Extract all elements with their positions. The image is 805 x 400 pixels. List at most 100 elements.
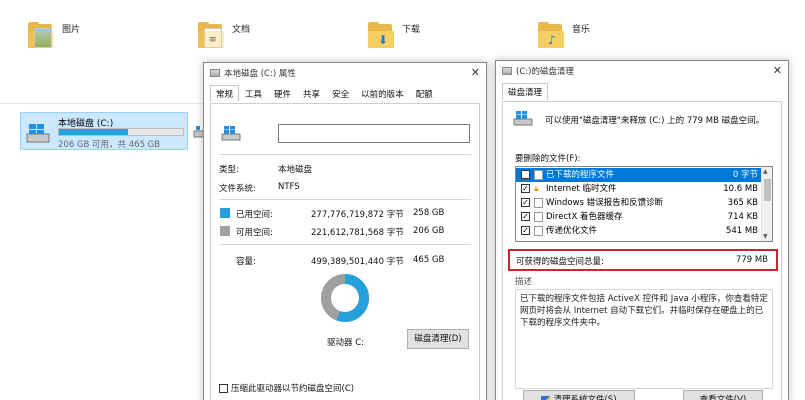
description-label: 描述	[515, 277, 533, 287]
tab-tools[interactable]: 工具	[239, 85, 268, 102]
tab-hardware[interactable]: 硬件	[268, 85, 297, 102]
free-space-bytes: 221,612,781,568 字节	[311, 228, 404, 238]
file-name: 已下载的程序文件	[546, 170, 615, 180]
tab-sharing[interactable]: 共享	[297, 85, 326, 102]
cleanup-titlebar: (C:)的磁盘清理	[496, 61, 788, 81]
view-files-button[interactable]: 查看文件(V)	[683, 390, 763, 400]
file-icon	[534, 212, 543, 222]
total-space-label: 可获得的磁盘空间总量:	[516, 257, 604, 267]
tab-quota[interactable]: 配额	[410, 85, 439, 102]
tab-security[interactable]: 安全	[326, 85, 355, 102]
document-icon: ≡	[198, 22, 228, 50]
file-icon	[534, 226, 543, 236]
list-item[interactable]: ✓ 🔒︎ Internet 临时文件 10.6 MB	[516, 182, 762, 196]
scroll-down-icon[interactable]: ▼	[763, 233, 768, 240]
disk-cleanup-icon	[513, 111, 533, 126]
section-divider	[0, 103, 205, 104]
scroll-thumb[interactable]	[764, 179, 771, 201]
files-to-delete-list[interactable]: ✓ 已下载的程序文件 0 字节 ✓ 🔒︎ Internet 临时文件 10.6 …	[515, 166, 773, 242]
type-label: 类型:	[219, 165, 239, 175]
music-icon: ♪	[538, 22, 568, 50]
file-name: DirectX 着色器缓存	[546, 212, 623, 222]
used-space-bytes: 277,776,719,872 字节	[311, 210, 404, 220]
folder-downloads[interactable]: ⬇ 下载	[368, 22, 420, 50]
cleanup-intro: 可以使用"磁盘清理"来释放 (C:) 上的 779 MB 磁盘空间。	[545, 116, 765, 126]
filesystem-label: 文件系统:	[219, 184, 256, 194]
file-icon	[534, 198, 543, 208]
shield-icon	[541, 395, 551, 400]
free-space-swatch	[220, 226, 230, 236]
used-space-label: 已用空间:	[236, 210, 273, 220]
clean-system-files-label: 清理系统文件(S)	[553, 395, 617, 400]
clean-system-files-button[interactable]: 清理系统文件(S)	[523, 390, 635, 400]
folder-pictures[interactable]: 图片	[28, 22, 80, 50]
divider	[219, 154, 471, 155]
used-space-size: 258 GB	[413, 208, 445, 218]
capacity-size: 465 GB	[413, 255, 445, 265]
file-checkbox[interactable]: ✓	[521, 212, 530, 221]
properties-titlebar: 本地磁盘 (C:) 属性	[204, 63, 486, 83]
drive-c-tile[interactable]: 本地磁盘 (C:) 206 GB 可用，共 465 GB	[20, 112, 188, 150]
tab-general[interactable]: 常规	[210, 85, 240, 102]
drive-icon	[210, 69, 220, 77]
capacity-label: 容量:	[236, 257, 256, 267]
file-size: 365 KB	[727, 198, 758, 208]
list-scrollbar[interactable]: ▲ ▼	[761, 167, 772, 241]
lock-icon: 🔒︎	[534, 184, 539, 194]
file-checkbox[interactable]: ✓	[521, 170, 530, 179]
hard-drive-icon	[26, 124, 50, 143]
tab-disk-cleanup[interactable]: 磁盘清理	[502, 83, 549, 100]
list-item[interactable]: ✓ 已下载的程序文件 0 字节	[516, 168, 762, 182]
usage-donut-chart	[321, 274, 369, 322]
folder-music[interactable]: ♪ 音乐	[538, 22, 590, 50]
close-icon[interactable]: ✕	[773, 64, 782, 77]
drive-free-text: 206 GB 可用，共 465 GB	[58, 140, 161, 150]
scroll-up-icon[interactable]: ▲	[763, 168, 768, 175]
file-checkbox[interactable]: ✓	[521, 184, 530, 193]
folder-documents[interactable]: ≡ 文档	[198, 22, 250, 50]
file-size: 714 KB	[727, 212, 758, 222]
cleanup-tabs: 磁盘清理	[502, 83, 549, 100]
folder-label: 音乐	[572, 25, 591, 35]
divider	[219, 199, 471, 200]
compress-label: 压缩此驱动器以节约磁盘空间(C)	[231, 384, 355, 394]
compress-option[interactable]: 压缩此驱动器以节约磁盘空间(C)	[219, 382, 354, 394]
general-panel: 类型: 本地磁盘 文件系统: NTFS 已用空间: 277,776,719,87…	[210, 103, 480, 400]
properties-window: 本地磁盘 (C:) 属性 ✕ 常规 工具 硬件 共享 安全 以前的版本 配额 类…	[203, 62, 487, 400]
folder-label: 文档	[232, 25, 251, 35]
folder-label: 图片	[62, 25, 81, 35]
file-size: 541 MB	[725, 226, 758, 236]
disk-cleanup-window: (C:)的磁盘清理 ✕ 磁盘清理 可以使用"磁盘清理"来释放 (C:) 上的 7…	[495, 60, 789, 400]
files-to-delete-label: 要删除的文件(F):	[515, 154, 581, 164]
compress-checkbox[interactable]	[219, 383, 228, 393]
drive-letter-label: 驱动器 C:	[327, 338, 365, 348]
properties-tabs: 常规 工具 硬件 共享 安全 以前的版本 配额	[210, 85, 439, 102]
download-icon: ⬇	[368, 22, 398, 50]
free-space-size: 206 GB	[413, 226, 445, 236]
file-icon	[534, 170, 543, 180]
file-size: 0 字节	[732, 170, 758, 180]
cleanup-icon	[502, 67, 512, 75]
file-name: 传递优化文件	[546, 226, 598, 236]
file-size: 10.6 MB	[723, 184, 758, 194]
properties-title: 本地磁盘 (C:) 属性	[224, 69, 296, 79]
list-item[interactable]: ✓ Windows 错误报告和反馈诊断 365 KB	[516, 196, 762, 210]
file-checkbox[interactable]: ✓	[521, 198, 530, 207]
tab-previous-versions[interactable]: 以前的版本	[355, 85, 410, 102]
drive-usage-bar	[58, 128, 184, 136]
close-icon[interactable]: ✕	[471, 66, 480, 79]
total-space-value: 779 MB	[735, 255, 768, 265]
drive-name-input[interactable]	[278, 124, 470, 143]
disk-cleanup-button[interactable]: 磁盘清理(D)	[407, 329, 469, 349]
list-item[interactable]: ✓ 传递优化文件 541 MB	[516, 224, 762, 238]
type-value: 本地磁盘	[278, 165, 313, 175]
description-text: 已下载的程序文件包括 ActiveX 控件和 Java 小程序，你查看特定网页时…	[515, 289, 773, 389]
cleanup-title: (C:)的磁盘清理	[516, 67, 574, 77]
used-space-swatch	[220, 208, 230, 218]
list-item[interactable]: ✓ DirectX 着色器缓存 714 KB	[516, 210, 762, 224]
cleanup-panel: 可以使用"磁盘清理"来释放 (C:) 上的 779 MB 磁盘空间。 要删除的文…	[502, 101, 782, 400]
file-name: Windows 错误报告和反馈诊断	[546, 198, 664, 208]
divider	[219, 244, 471, 245]
capacity-bytes: 499,389,501,440 字节	[311, 257, 404, 267]
file-checkbox[interactable]: ✓	[521, 226, 530, 235]
